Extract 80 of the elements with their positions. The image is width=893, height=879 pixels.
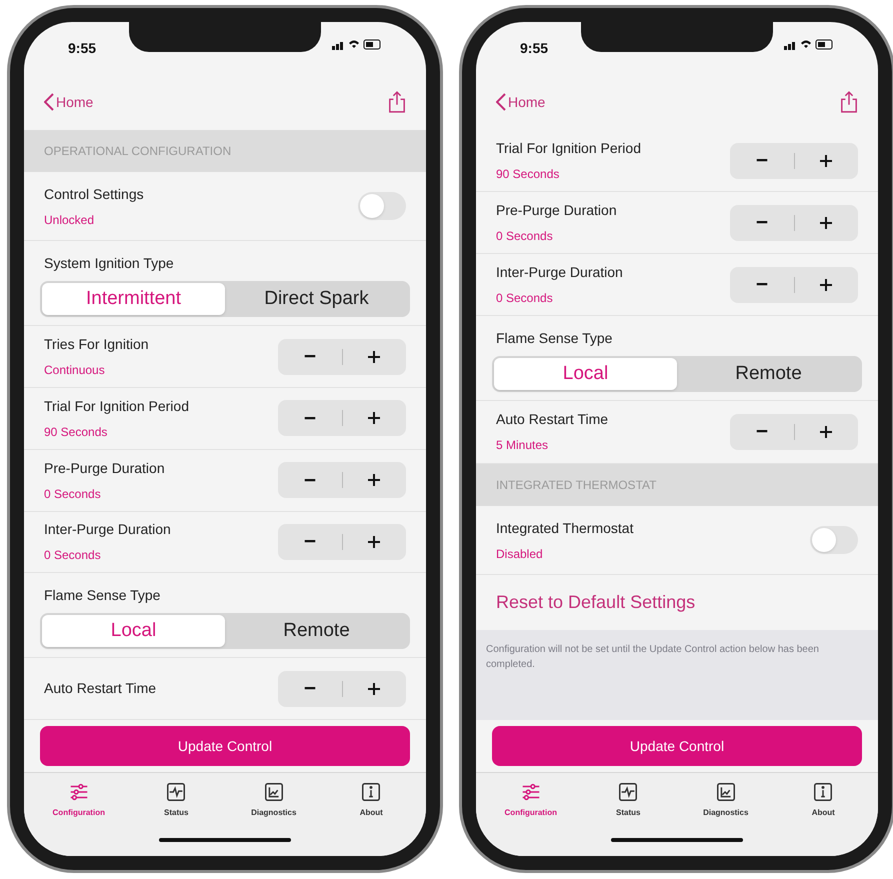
update-control-button[interactable]: Update Control bbox=[492, 726, 862, 766]
minus-icon[interactable] bbox=[302, 416, 317, 420]
setting-title: Flame Sense Type bbox=[495, 329, 614, 348]
minus-icon[interactable] bbox=[754, 283, 769, 286]
status-time: 9:55 bbox=[68, 39, 96, 58]
setting-title: Inter-Purge Duration bbox=[496, 263, 623, 282]
chart-icon bbox=[262, 781, 285, 803]
chevron-left-icon[interactable] bbox=[496, 93, 506, 111]
plus-icon[interactable] bbox=[368, 536, 380, 548]
tab-item[interactable]: About bbox=[783, 781, 864, 819]
minus-icon[interactable] bbox=[302, 355, 317, 358]
status-time: 9:55 bbox=[520, 39, 548, 58]
setting-title: Pre-Purge Duration bbox=[496, 201, 617, 220]
setting-title: Trial For Ignition Period bbox=[496, 139, 641, 158]
tab-item[interactable]: About bbox=[331, 781, 412, 819]
minus-icon[interactable] bbox=[754, 430, 769, 434]
setting-title: Auto Restart Time bbox=[496, 410, 608, 430]
tab-item[interactable]: Configuration bbox=[38, 781, 119, 819]
setting-value: 90 Seconds bbox=[496, 166, 560, 184]
minus-icon[interactable] bbox=[302, 687, 317, 690]
update-control-button[interactable]: Update Control bbox=[40, 726, 410, 766]
setting-value: 0 Seconds bbox=[496, 228, 554, 246]
setting-value: 0 Seconds bbox=[44, 547, 102, 564]
toggle-switch[interactable] bbox=[358, 192, 406, 220]
setting-title: Trial For Ignition Period bbox=[44, 396, 189, 416]
setting-title: Control Settings bbox=[44, 184, 144, 204]
chevron-left-icon[interactable] bbox=[44, 93, 54, 111]
minus-icon[interactable] bbox=[754, 159, 769, 162]
setting-title: Auto Restart Time bbox=[44, 679, 156, 698]
setting-title: Flame Sense Type bbox=[43, 586, 162, 606]
tab-item[interactable]: Status bbox=[588, 781, 668, 819]
segment-option[interactable]: Direct Spark bbox=[225, 283, 408, 316]
section-title: INTEGRATED THERMOSTAT bbox=[496, 476, 656, 494]
toggle-switch[interactable] bbox=[810, 526, 858, 554]
share-icon[interactable] bbox=[388, 91, 406, 113]
note-text: Configuration will not be set until the Update Control action below has been completed. bbox=[486, 643, 820, 672]
setting-value: 90 Seconds bbox=[44, 424, 108, 441]
tab-item[interactable]: Diagnostics bbox=[234, 781, 314, 819]
plus-icon[interactable] bbox=[820, 154, 832, 167]
segment-option[interactable]: Remote bbox=[225, 615, 408, 648]
minus-icon[interactable] bbox=[754, 221, 769, 224]
plus-icon[interactable] bbox=[368, 682, 380, 695]
plus-icon[interactable] bbox=[820, 426, 832, 438]
tab-item[interactable]: Status bbox=[136, 781, 216, 819]
plus-icon[interactable] bbox=[368, 474, 380, 486]
share-icon[interactable] bbox=[840, 91, 858, 113]
plus-icon[interactable] bbox=[368, 412, 380, 424]
setting-title: System Ignition Type bbox=[43, 254, 175, 274]
setting-value: Continuous bbox=[44, 362, 106, 380]
tab-item[interactable]: Diagnostics bbox=[686, 781, 766, 819]
setting-value: Disabled bbox=[496, 546, 544, 563]
segment-option[interactable]: Local bbox=[494, 358, 677, 390]
minus-icon[interactable] bbox=[302, 478, 317, 482]
reset-link[interactable]: Reset to Default Settings bbox=[496, 589, 696, 616]
back-link[interactable]: Home bbox=[496, 92, 546, 112]
setting-title: Integrated Thermostat bbox=[496, 518, 634, 538]
setting-value: 5 Minutes bbox=[496, 437, 550, 454]
status-icons bbox=[332, 38, 382, 50]
plus-icon[interactable] bbox=[820, 216, 832, 229]
chart-icon bbox=[714, 781, 737, 803]
info-icon bbox=[360, 781, 382, 803]
setting-title: Tries For Ignition bbox=[44, 335, 149, 354]
segment-option[interactable]: Local bbox=[42, 615, 225, 648]
minus-icon[interactable] bbox=[302, 540, 317, 544]
segment-option[interactable]: Intermittent bbox=[42, 283, 225, 316]
back-link[interactable]: Home bbox=[44, 92, 94, 112]
plus-icon[interactable] bbox=[820, 278, 832, 291]
section-title: OPERATIONAL CONFIGURATION bbox=[44, 143, 232, 160]
tab-item[interactable]: Configuration bbox=[490, 781, 571, 819]
pulse-icon bbox=[165, 781, 188, 803]
plus-icon[interactable] bbox=[368, 350, 380, 363]
info-icon bbox=[812, 781, 834, 803]
setting-value: Unlocked bbox=[44, 212, 96, 229]
setting-title: Inter-Purge Duration bbox=[44, 520, 171, 540]
status-icons bbox=[784, 38, 834, 50]
setting-value: 0 Seconds bbox=[44, 486, 102, 503]
pulse-icon bbox=[617, 781, 640, 803]
setting-value: 0 Seconds bbox=[496, 290, 554, 308]
segment-option[interactable]: Remote bbox=[677, 358, 860, 390]
setting-title: Pre-Purge Duration bbox=[44, 458, 165, 478]
